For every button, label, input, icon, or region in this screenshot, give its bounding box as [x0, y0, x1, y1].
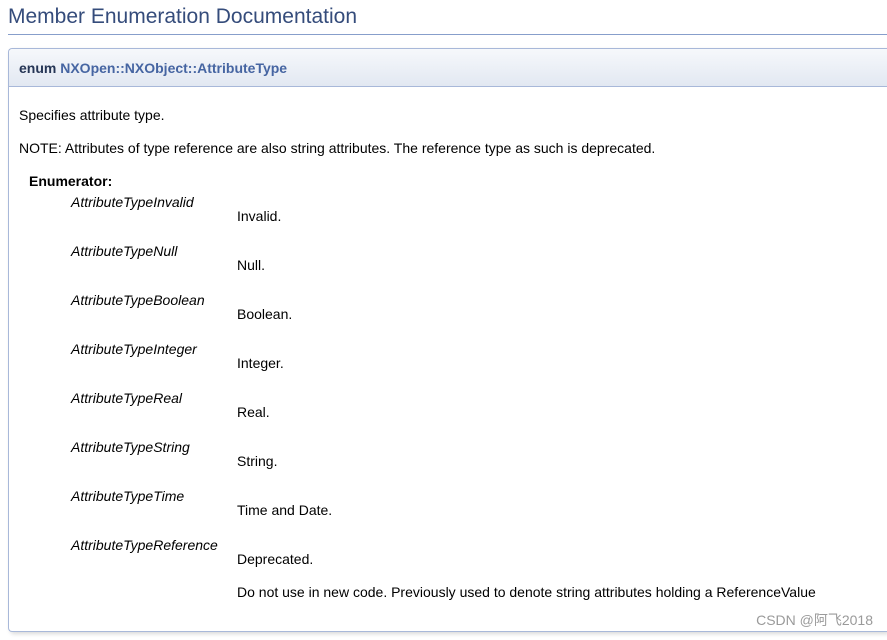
enumerator-desc: Deprecated.	[237, 551, 314, 567]
enumerator-name: AttributeTypeBoolean	[71, 292, 205, 308]
enumerator-name: AttributeTypeInteger	[71, 341, 197, 357]
enumerator-name: AttributeTypeTime	[71, 488, 185, 504]
enumerator-name: AttributeTypeString	[71, 439, 190, 455]
description-text: Specifies attribute type.	[19, 107, 165, 123]
member-prototype: enum NXOpen::NXObject::AttributeType	[9, 49, 887, 87]
note-text: NOTE: Attributes of type reference are a…	[19, 140, 656, 156]
enumerator-desc: String.	[237, 453, 278, 469]
enumerator-desc: Time and Date.	[237, 502, 333, 518]
member-item: enum NXOpen::NXObject::AttributeType Spe…	[8, 48, 887, 632]
enumerator-label: Enumerator:	[29, 173, 113, 189]
enumerator-desc: Real.	[237, 404, 270, 420]
enumerator-name: AttributeTypeReference	[71, 537, 218, 553]
enumerator-extra-desc: Do not use in new code. Previously used …	[237, 584, 816, 600]
enumerator-desc: Boolean.	[237, 306, 293, 322]
enumerator-name: AttributeTypeNull	[71, 243, 178, 259]
watermark-text: CSDN @阿飞2018	[756, 612, 873, 628]
enum-name-link[interactable]: NXOpen::NXObject::AttributeType	[60, 60, 287, 76]
enumerator-name: AttributeTypeReal	[71, 390, 183, 406]
doc-page: Member Enumeration Documentation enum NX…	[0, 0, 887, 640]
enumerator-name: AttributeTypeInvalid	[71, 194, 194, 210]
enumerator-desc: Invalid.	[237, 208, 282, 224]
section-title: Member Enumeration Documentation	[8, 4, 887, 35]
enumerator-desc: Null.	[237, 257, 266, 273]
enumerator-desc: Integer.	[237, 355, 284, 371]
enum-keyword: enum	[19, 60, 57, 76]
